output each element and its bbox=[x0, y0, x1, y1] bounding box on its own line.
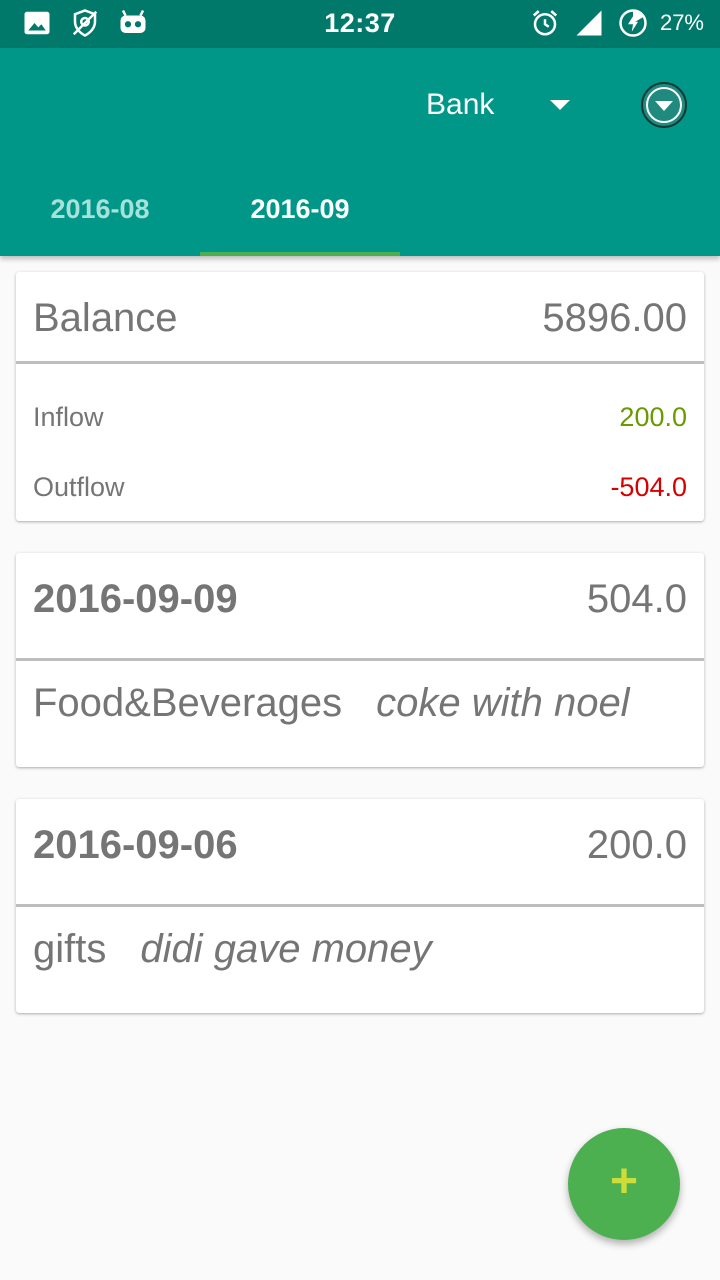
outflow-label: Outflow bbox=[33, 472, 125, 502]
balance-label: Balance bbox=[33, 296, 178, 340]
signal-icon bbox=[576, 10, 602, 36]
card-divider bbox=[16, 904, 704, 907]
transaction-row[interactable]: Food&Beverages coke with noel bbox=[33, 681, 630, 726]
card-divider bbox=[16, 658, 704, 661]
day-total: 504.0 bbox=[586, 577, 687, 621]
month-tabs: 2016-08 2016-09 bbox=[0, 176, 720, 256]
tab-2016-08[interactable]: 2016-08 bbox=[0, 176, 200, 256]
tab-2016-09[interactable]: 2016-09 bbox=[200, 176, 400, 256]
app-bar: Bank 2016-08 2016-09 bbox=[0, 48, 720, 256]
transaction-row[interactable]: gifts didi gave money bbox=[33, 927, 432, 972]
status-icons-right: 27% bbox=[530, 8, 704, 38]
transaction-note: didi gave money bbox=[140, 927, 432, 971]
day-card[interactable]: 2016-09-09 504.0 Food&Beverages coke with… bbox=[16, 553, 704, 767]
status-bar: 12:37 27% bbox=[0, 0, 720, 48]
day-date: 2016-09-09 bbox=[33, 577, 238, 621]
tab-indicator bbox=[200, 252, 400, 256]
chevron-down-circle-icon[interactable] bbox=[640, 81, 688, 129]
day-total: 200.0 bbox=[586, 823, 687, 867]
balance-value: 5896.00 bbox=[542, 296, 687, 340]
inflow-value: 200.0 bbox=[619, 402, 687, 432]
transaction-note: coke with noel bbox=[376, 681, 630, 725]
add-icon: + bbox=[609, 1155, 639, 1208]
account-label: Bank bbox=[426, 88, 495, 121]
transaction-category: gifts bbox=[33, 927, 107, 971]
add-transaction-button[interactable]: + bbox=[568, 1128, 680, 1240]
inflow-label: Inflow bbox=[33, 402, 104, 432]
battery-charging-icon bbox=[619, 9, 647, 37]
card-divider bbox=[16, 361, 704, 364]
account-selector[interactable]: Bank bbox=[426, 86, 576, 126]
day-date: 2016-09-06 bbox=[33, 823, 238, 867]
summary-card: Balance 5896.00 Inflow 200.0 Outflow -50… bbox=[16, 272, 704, 521]
dropdown-arrow-icon bbox=[550, 100, 570, 110]
day-card[interactable]: 2016-09-06 200.0 gifts didi gave money bbox=[16, 799, 704, 1013]
transaction-category: Food&Beverages bbox=[33, 681, 343, 725]
alarm-icon bbox=[532, 10, 558, 36]
outflow-value: -504.0 bbox=[610, 472, 687, 502]
battery-percentage: 27% bbox=[659, 10, 704, 35]
